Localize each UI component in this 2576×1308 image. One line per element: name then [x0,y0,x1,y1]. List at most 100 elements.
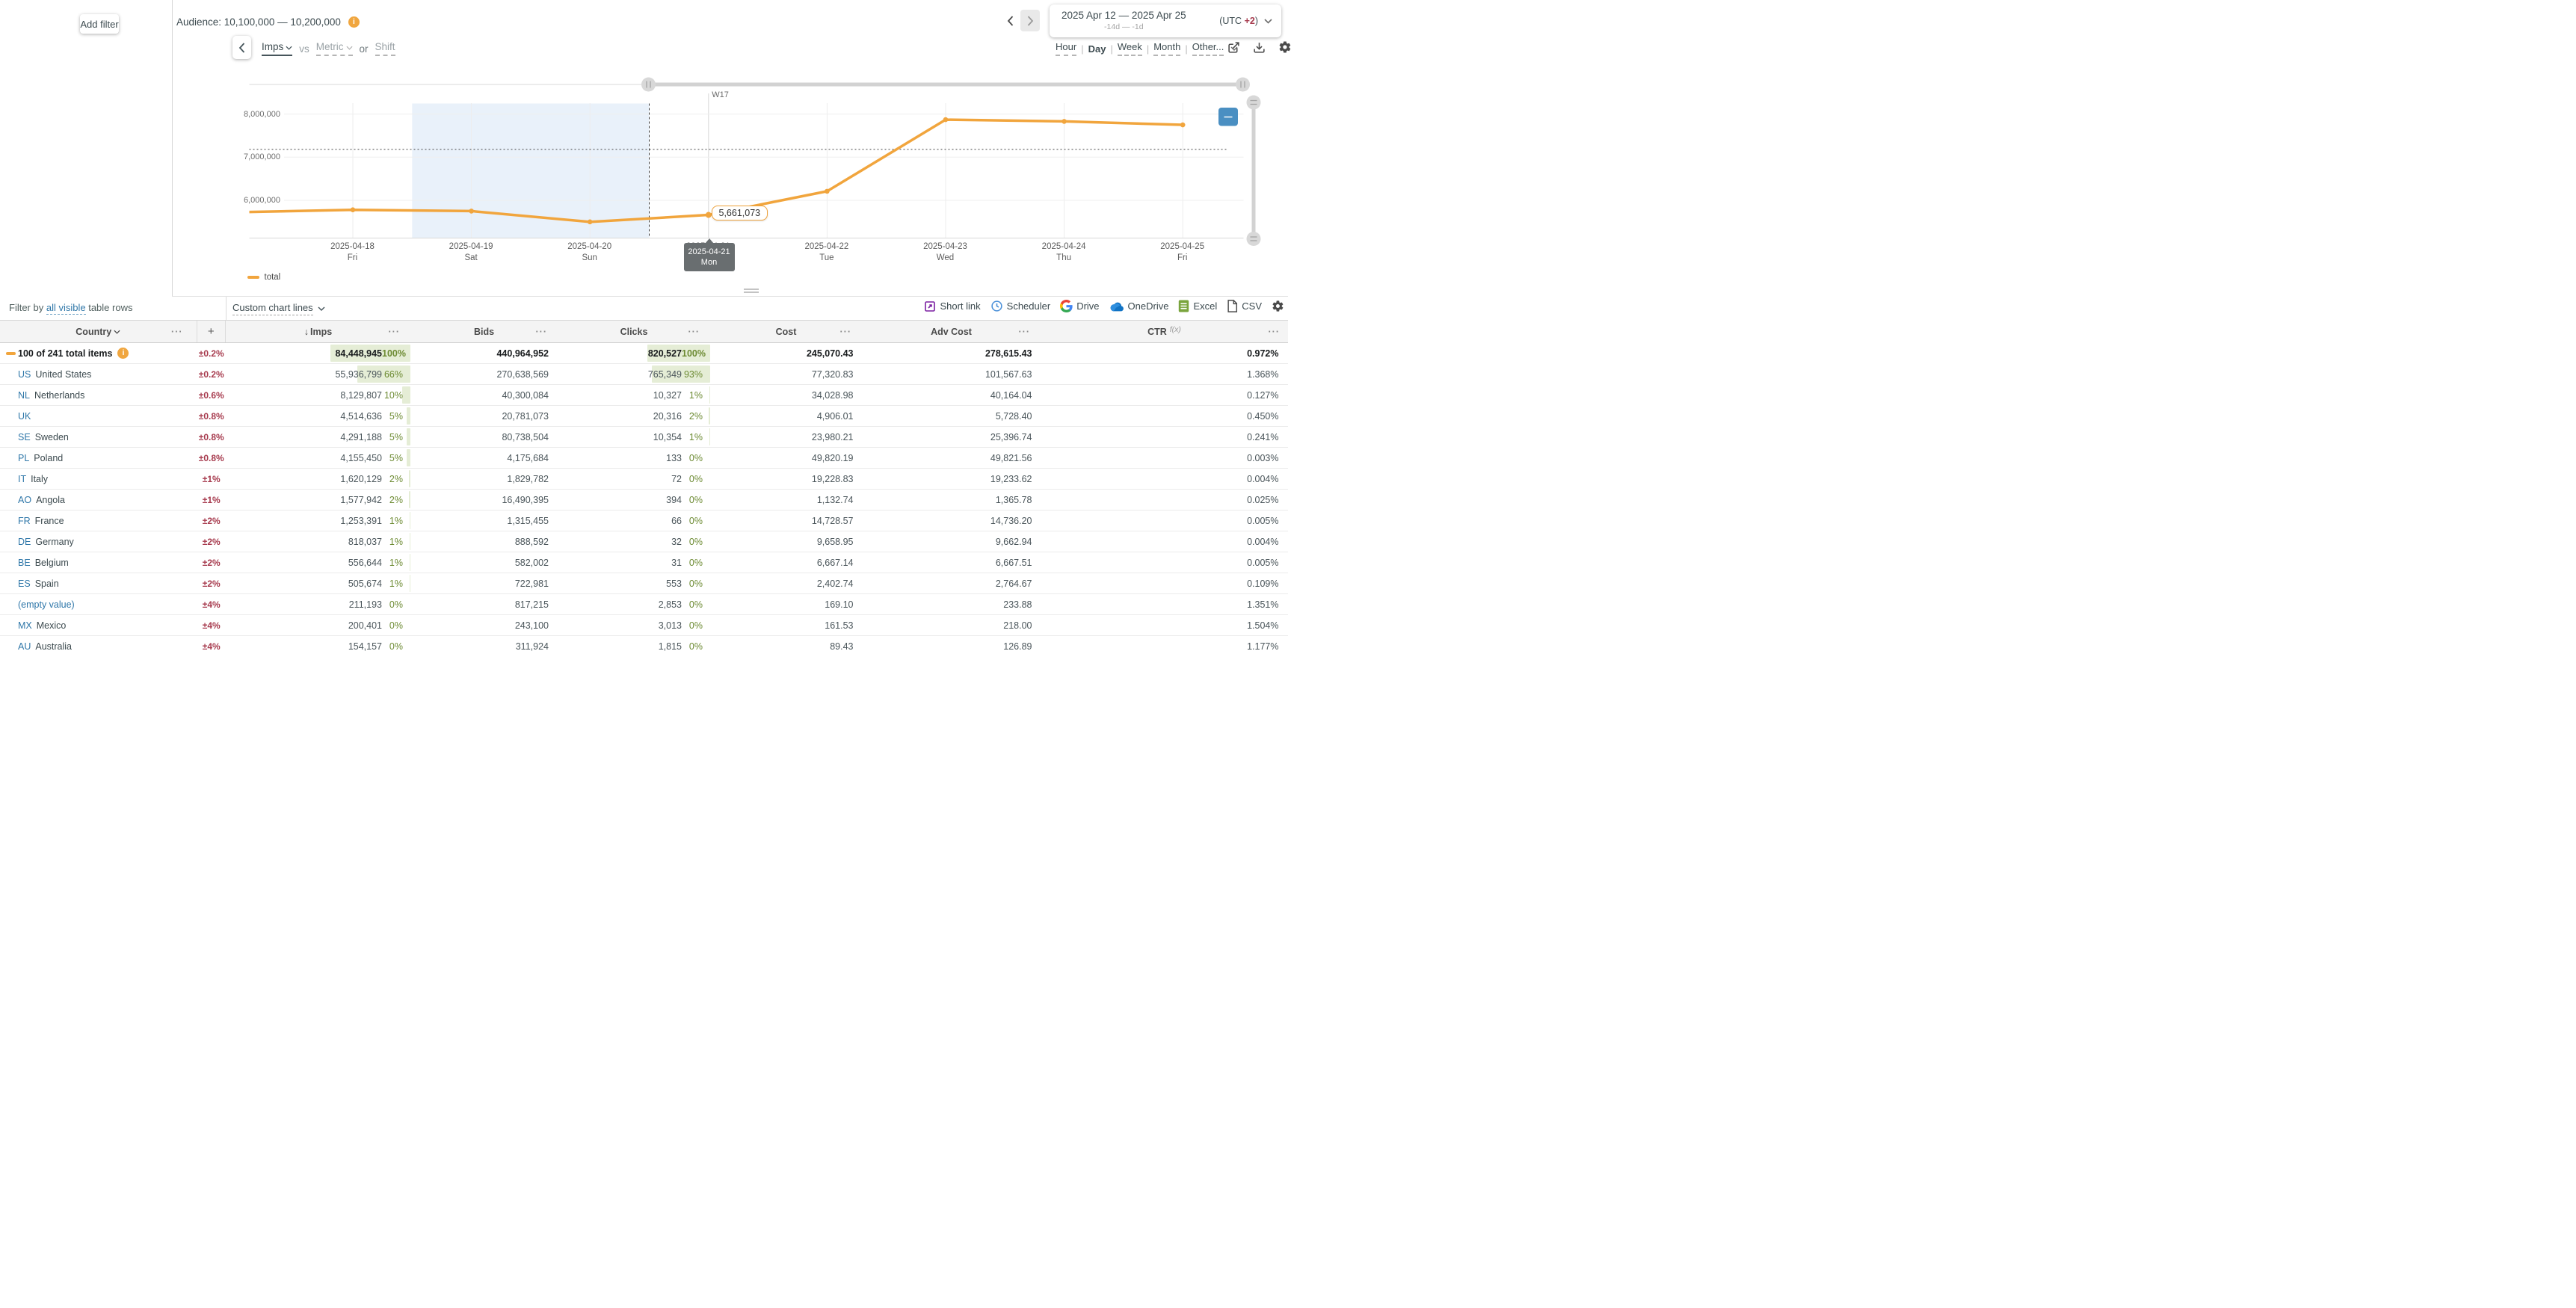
cell-country[interactable]: SESweden [0,427,197,447]
download-icon[interactable] [1253,41,1266,54]
adv-cost-column-menu[interactable]: ··· [1019,327,1031,337]
open-in-new-icon[interactable] [1227,41,1240,54]
country-code-link[interactable]: UK [18,411,31,422]
primary-metric-dropdown[interactable]: Imps [262,41,292,56]
cell-clicks: 820,527100% [558,343,710,363]
clicks-column-menu[interactable]: ··· [688,327,700,337]
cell-clicks: 320% [558,531,710,552]
cell-country[interactable]: BEBelgium [0,552,197,573]
y-brush-handle-top[interactable] [1246,96,1260,110]
country-code-link[interactable]: DE [18,537,31,547]
csv-export-button[interactable]: CSV [1227,300,1262,312]
cell-country[interactable]: AOAngola [0,490,197,510]
separator: | [1081,43,1083,55]
chevron-left-icon [238,43,245,53]
column-header-adv-cost[interactable]: Adv Cost ··· [862,321,1041,342]
cell-imps: 1,253,3911% [226,510,410,531]
date-next-button[interactable] [1020,10,1040,31]
custom-chart-lines-dropdown[interactable]: Custom chart lines [232,302,325,313]
chart-back-button[interactable] [232,36,251,59]
cell-country[interactable]: ESSpain [0,573,197,593]
datapoint-tooltip: 5,661,073 [712,206,768,220]
time-brush-handle-right[interactable] [1236,78,1250,92]
granularity-month[interactable]: Month [1153,41,1180,56]
excel-export-button[interactable]: Excel [1178,300,1217,312]
granularity-hour[interactable]: Hour [1056,41,1076,56]
data-point[interactable] [587,220,592,225]
country-code-link[interactable]: IT [18,474,26,484]
data-point[interactable] [1061,119,1067,124]
cell-accuracy: ±0.8% [197,427,227,447]
imps-column-menu[interactable]: ··· [389,327,401,337]
country-column-menu[interactable]: ··· [171,327,183,337]
cost-column-menu[interactable]: ··· [840,327,852,337]
country-code-link[interactable]: US [18,369,31,380]
ctr-column-menu[interactable]: ··· [1269,327,1281,337]
granularity-day[interactable]: Day [1088,43,1106,55]
chart-legend[interactable]: total [247,273,281,282]
country-code-link[interactable]: NL [18,390,30,401]
column-header-country[interactable]: Country ··· [0,321,197,342]
data-point[interactable] [469,209,474,214]
cell-country[interactable]: MXMexico [0,615,197,635]
cell-country[interactable]: (empty value) [0,594,197,614]
table-row: ESSpain±2%505,6741%722,9815530%2,402.742… [0,573,1288,594]
add-filter-button[interactable]: Add filter [80,14,119,34]
table-settings-gear-icon[interactable] [1272,300,1284,312]
data-point[interactable] [943,117,948,123]
data-point[interactable] [1180,123,1185,128]
chevron-right-icon [1027,16,1034,26]
date-range-picker[interactable]: 2025 Apr 12 — 2025 Apr 25 -14d — -1d (UT… [1050,4,1281,37]
cell-country[interactable]: FRFrance [0,510,197,531]
gear-icon[interactable] [1278,40,1292,54]
cell-country[interactable]: NLNetherlands [0,385,197,405]
time-brush-handle-left[interactable] [641,78,656,92]
data-point[interactable] [350,207,355,212]
granularity-other[interactable]: Other... [1192,41,1224,56]
country-code-link[interactable]: PL [18,453,29,463]
column-header-clicks[interactable]: Clicks ··· [558,321,710,342]
column-header-imps[interactable]: ↓Imps ··· [226,321,410,342]
data-point[interactable] [705,212,711,218]
country-code-link[interactable]: FR [18,516,31,526]
country-code-link[interactable]: ES [18,579,31,589]
cell-adv-cost: 218.00 [862,615,1041,635]
column-header-bids[interactable]: Bids ··· [410,321,558,342]
country-code-link[interactable]: MX [18,620,32,631]
total-info-icon[interactable]: i [117,348,129,359]
country-name: Italy [31,474,48,484]
cell-clicks: 3,0130% [558,615,710,635]
country-code-link[interactable]: BE [18,558,31,568]
shift-option[interactable]: Shift [375,41,395,56]
series-drag-handle[interactable] [1218,108,1238,126]
bids-column-menu[interactable]: ··· [536,327,548,337]
data-point[interactable] [825,189,830,194]
cell-country[interactable]: UK [0,406,197,426]
country-name[interactable]: (empty value) [18,599,75,610]
cell-country[interactable]: DEGermany [0,531,197,552]
audience-info-icon[interactable]: i [348,16,360,28]
chart-resize-handle[interactable] [744,289,759,294]
cell-country[interactable]: USUnited States [0,364,197,384]
granularity-week[interactable]: Week [1118,41,1142,56]
short-link-button[interactable]: Short link [924,300,980,312]
cell-country[interactable]: 100 of 241 total itemsi [0,343,197,363]
x-tick-label: 2025-04-20Sun [556,241,623,264]
cell-adv-cost: 19,233.62 [862,469,1041,489]
country-code-link[interactable]: AO [18,495,31,505]
scheduler-button[interactable]: Scheduler [990,300,1051,312]
column-header-cost[interactable]: Cost ··· [710,321,862,342]
cell-country[interactable]: PLPoland [0,448,197,468]
column-header-ctr[interactable]: CTRf(x) ··· [1041,321,1288,342]
cell-country[interactable]: AUAustralia [0,636,197,654]
add-column-button[interactable]: + [197,321,227,342]
google-drive-button[interactable]: Drive [1060,300,1099,312]
date-prev-button[interactable] [1002,12,1017,30]
cell-country[interactable]: IT Italy [0,469,197,489]
country-code-link[interactable]: SE [18,432,31,442]
country-code-link[interactable]: AU [18,641,31,652]
secondary-metric-dropdown[interactable]: Metric [316,41,353,56]
onedrive-button[interactable]: OneDrive [1109,300,1169,312]
y-brush-handle-bottom[interactable] [1246,232,1260,246]
filter-scope-dropdown[interactable]: all visible [46,302,86,315]
